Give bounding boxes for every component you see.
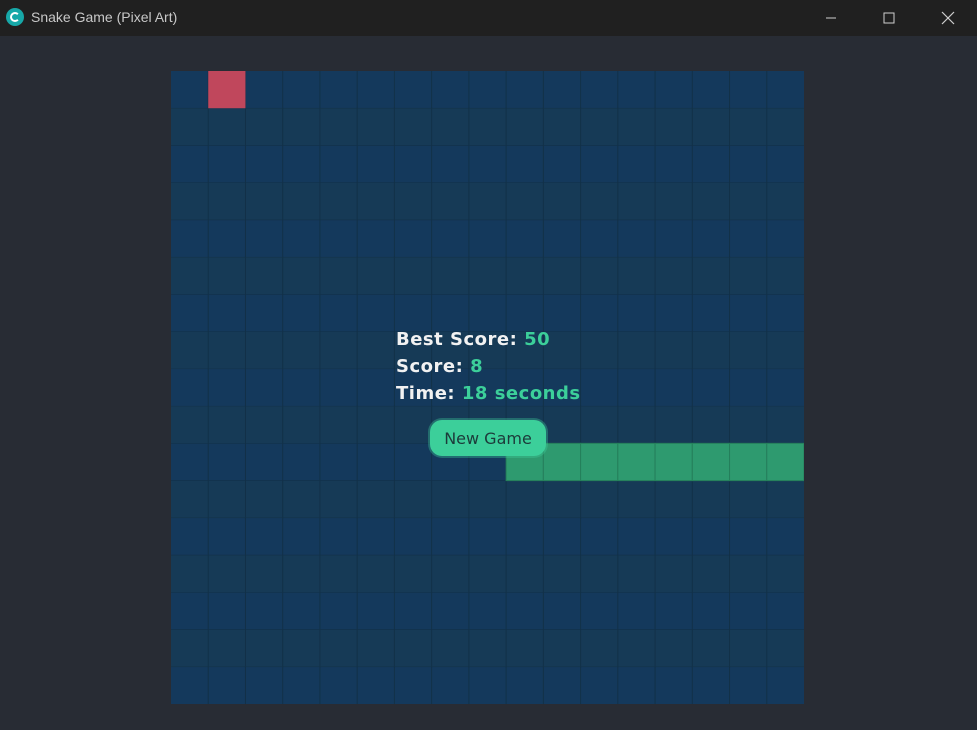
best-score-line: Best Score: 50 <box>396 326 581 353</box>
board-row <box>171 517 804 556</box>
score-label: Score: <box>396 356 464 377</box>
board-row <box>171 629 804 667</box>
window-title: Snake Game (Pixel Art) <box>31 9 178 25</box>
time-label: Time: <box>396 383 456 404</box>
board-row <box>171 71 804 109</box>
board-row <box>171 219 804 258</box>
board-row <box>171 145 804 183</box>
food-pellet <box>208 71 246 109</box>
board-row <box>171 108 804 146</box>
snake-segment <box>691 442 731 482</box>
board-row <box>171 257 804 295</box>
board-row <box>171 555 804 593</box>
minimize-button[interactable] <box>802 0 860 36</box>
snake-segment <box>617 442 656 482</box>
new-game-button[interactable]: New Game <box>430 420 546 456</box>
board-row <box>171 592 804 630</box>
python-icon <box>6 8 24 26</box>
best-score-value: 50 <box>524 329 551 350</box>
hud: Best Score: 50 Score: 8 Time: 18 seconds <box>396 326 581 407</box>
score-line: Score: 8 <box>396 353 581 380</box>
title-bar: Snake Game (Pixel Art) <box>0 0 977 36</box>
score-value: 8 <box>470 356 484 377</box>
minimize-icon <box>826 17 836 19</box>
board-row <box>171 182 804 220</box>
board-row <box>171 666 804 704</box>
maximize-icon <box>883 12 895 24</box>
time-line: Time: 18 seconds <box>396 380 581 407</box>
time-value: 18 seconds <box>461 383 581 404</box>
snake-segment <box>766 442 804 482</box>
maximize-button[interactable] <box>860 0 918 36</box>
snake-segment <box>654 442 693 482</box>
snake-segment <box>542 442 582 482</box>
best-score-label: Best Score: <box>396 329 518 350</box>
board-row <box>171 480 804 518</box>
close-icon <box>941 11 955 25</box>
snake-segment <box>729 442 768 482</box>
snake-segment <box>580 442 619 482</box>
close-button[interactable] <box>919 0 977 36</box>
